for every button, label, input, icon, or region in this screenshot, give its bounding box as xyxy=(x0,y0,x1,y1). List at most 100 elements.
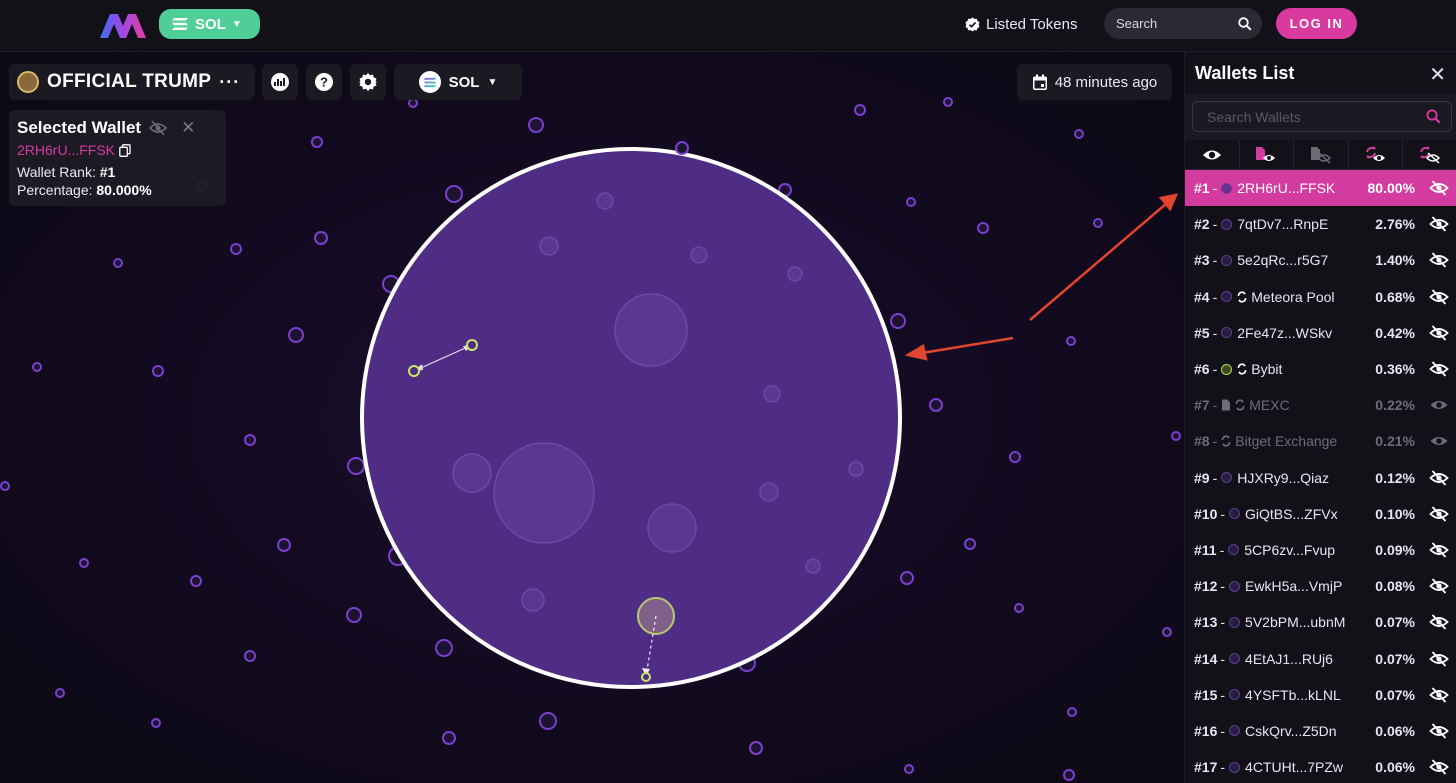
wallet-row[interactable]: #12- EwkH5a...VmjP 0.08% xyxy=(1185,568,1456,604)
wallet-color-dot xyxy=(1221,218,1233,230)
wallet-bubble xyxy=(977,222,989,234)
close-icon[interactable]: ✕ xyxy=(181,118,195,138)
stats-button[interactable] xyxy=(262,64,298,100)
login-button[interactable]: LOG IN xyxy=(1276,8,1357,39)
wallet-rank: #3 xyxy=(1194,252,1210,269)
settings-button[interactable] xyxy=(350,64,386,100)
solana-icon xyxy=(172,18,188,30)
eye-off-icon[interactable] xyxy=(1429,614,1449,630)
wallet-color-dot xyxy=(1229,761,1241,773)
filter-contracts[interactable] xyxy=(1240,140,1295,169)
filter-exchanges[interactable] xyxy=(1349,140,1404,169)
filter-all-wallets[interactable] xyxy=(1185,140,1240,169)
eye-icon[interactable] xyxy=(1429,397,1449,413)
wallet-row[interactable]: #2- 7qtDv7...RnpE 2.76% xyxy=(1185,206,1456,242)
selected-wallet-address[interactable]: 2RH6rU...FFSK xyxy=(17,142,115,158)
wallet-row[interactable]: #11- 5CP6zv...Fvup 0.09% xyxy=(1185,532,1456,568)
map-chain-selector[interactable]: SOL ▼ xyxy=(394,64,522,100)
rank-separator: - xyxy=(1212,397,1218,414)
wallet-row[interactable]: #14- 4EtAJ1...RUj6 0.07% xyxy=(1185,640,1456,676)
wallet-color-dot xyxy=(1229,689,1241,701)
wallet-percentage: 0.36% xyxy=(1375,361,1415,378)
wallet-bubble xyxy=(244,650,256,662)
search-icon[interactable] xyxy=(1426,109,1441,124)
filter-exchanges-hidden[interactable] xyxy=(1403,140,1456,169)
wallet-color-dot xyxy=(1229,508,1241,520)
wallet-row[interactable]: #15- 4YSFTb...kLNL 0.07% xyxy=(1185,677,1456,713)
wallet-bubble xyxy=(943,97,953,107)
wallet-row[interactable]: #3- 5e2qRc...r5G7 1.40% xyxy=(1185,242,1456,278)
eye-off-icon[interactable] xyxy=(1429,216,1449,232)
wallet-bubble xyxy=(445,185,463,203)
inner-bubble xyxy=(596,192,614,210)
token-selector[interactable]: OFFICIAL TRUMP ··· xyxy=(9,64,255,100)
wallet-row[interactable]: #10- GiQtBS...ZFVx 0.10% xyxy=(1185,496,1456,532)
help-icon: ? xyxy=(315,73,333,91)
eye-off-icon[interactable] xyxy=(1429,325,1449,341)
eye-off-icon[interactable] xyxy=(1429,506,1449,522)
listed-tokens-link[interactable]: Listed Tokens xyxy=(965,13,1077,35)
eye-off-icon[interactable] xyxy=(1429,469,1449,486)
svg-text:?: ? xyxy=(320,75,328,90)
wallet-bubble xyxy=(1009,451,1021,463)
wallet-bubble xyxy=(1067,707,1077,717)
wallet-row[interactable]: #9- HJXRy9...Qiaz 0.12% xyxy=(1185,460,1456,496)
eye-off-icon[interactable] xyxy=(1429,289,1449,305)
wallet-row[interactable]: #8- Bitget Exchange 0.21% xyxy=(1185,423,1456,459)
contract-icon xyxy=(1222,399,1231,411)
wallet-color-dot xyxy=(1229,580,1241,592)
wallet-row[interactable]: #1- 2RH6rU...FFSK 80.00% xyxy=(1185,170,1456,207)
wallet-bubble xyxy=(1066,336,1076,346)
chain-selector-button[interactable]: SOL ▼ xyxy=(159,9,260,39)
eye-off-icon[interactable] xyxy=(1429,180,1449,196)
filter-contracts-hidden[interactable] xyxy=(1294,140,1349,169)
wallet-bubble xyxy=(1074,129,1084,139)
wallets-list-panel: Wallets List ✕ Search Wallets #1 - 2RH6r… xyxy=(1184,52,1456,783)
eye-off-icon[interactable] xyxy=(1429,759,1449,775)
wallet-bubble xyxy=(152,365,164,377)
timestamp-button[interactable]: 48 minutes ago xyxy=(1017,64,1172,100)
copy-icon[interactable] xyxy=(119,143,131,157)
map-chain-label: SOL xyxy=(448,73,480,91)
search-icon[interactable] xyxy=(1238,16,1252,31)
listed-tokens-label: Listed Tokens xyxy=(986,15,1078,33)
wallet-bubble xyxy=(435,639,453,657)
wallet-bubble xyxy=(79,558,89,568)
wallet-row[interactable]: #4- Meteora Pool 0.68% xyxy=(1185,279,1456,315)
more-options-icon[interactable]: ··· xyxy=(219,72,240,93)
eye-icon[interactable] xyxy=(1429,433,1449,449)
wallet-row[interactable]: #7- MEXC 0.22% xyxy=(1185,387,1456,423)
eye-off-icon[interactable] xyxy=(1429,252,1449,269)
contract-eye-icon xyxy=(1256,146,1276,161)
wallet-row[interactable]: #13- 5V2bPM...ubnM 0.07% xyxy=(1185,604,1456,640)
eye-off-icon[interactable] xyxy=(149,120,168,136)
eye-off-icon[interactable] xyxy=(1429,361,1449,377)
eye-off-icon[interactable] xyxy=(1429,723,1449,739)
wallet-search-input[interactable] xyxy=(1207,108,1426,125)
rank-separator: - xyxy=(1220,505,1226,522)
wallet-row[interactable]: #17- 4CTUHt...7PZw 0.06% xyxy=(1185,749,1456,783)
wallet-bubble xyxy=(0,481,10,491)
help-button[interactable]: ? xyxy=(306,64,342,100)
wallet-row[interactable]: #16- CskQrv...Z5Dn 0.06% xyxy=(1185,713,1456,749)
eye-off-icon[interactable] xyxy=(1429,650,1449,667)
wallet-row[interactable]: #6- Bybit 0.36% xyxy=(1185,351,1456,387)
global-search-input[interactable] xyxy=(1116,16,1238,31)
eye-off-icon[interactable] xyxy=(1429,687,1449,703)
wallet-row[interactable]: #5- 2Fe47z...WSkv 0.42% xyxy=(1185,315,1456,351)
wallet-bubble xyxy=(890,313,906,329)
wallet-name: Bitget Exchange xyxy=(1235,433,1338,450)
app-logo[interactable] xyxy=(98,10,148,40)
wallet-color-dot xyxy=(1221,363,1233,375)
wallet-rank: #8 xyxy=(1194,433,1210,450)
wallet-bubble xyxy=(749,741,763,755)
close-icon[interactable]: ✕ xyxy=(1429,62,1446,87)
wallet-color-dot xyxy=(1221,254,1233,266)
eye-off-icon[interactable] xyxy=(1429,542,1449,558)
rank-separator: - xyxy=(1212,216,1218,233)
wallet-name: MEXC xyxy=(1249,397,1290,414)
eye-off-icon[interactable] xyxy=(1429,578,1449,594)
percentage-label: Percentage: xyxy=(17,182,93,198)
wallet-bubble xyxy=(277,538,291,552)
inner-bubble xyxy=(848,461,864,477)
